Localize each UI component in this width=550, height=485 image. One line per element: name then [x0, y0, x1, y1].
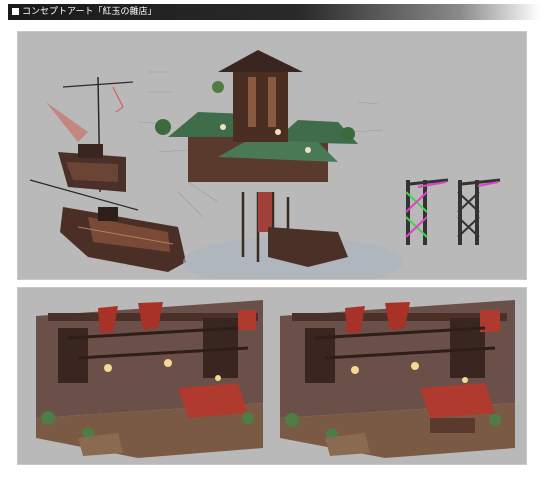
page-header-bar: コンセプトアート「紅玉の雜店」: [8, 4, 540, 20]
concept-panel-top: [18, 32, 526, 279]
ship-with-sail: [46, 76, 134, 193]
interior-view-left: [36, 300, 263, 458]
inn-building: [155, 50, 403, 279]
ship-lower: [29, 179, 186, 272]
header-square-icon: [12, 8, 19, 15]
interior-artwork-bottom: [36, 300, 515, 458]
page-title: コンセプトアート「紅玉の雜店」: [22, 7, 157, 17]
scaffold-diagram-left: [405, 178, 449, 245]
concept-panel-bottom: [18, 288, 526, 464]
interior-view-right: [280, 300, 515, 458]
concept-artwork-top: [29, 50, 501, 279]
scaffold-diagram-right: [457, 178, 501, 245]
